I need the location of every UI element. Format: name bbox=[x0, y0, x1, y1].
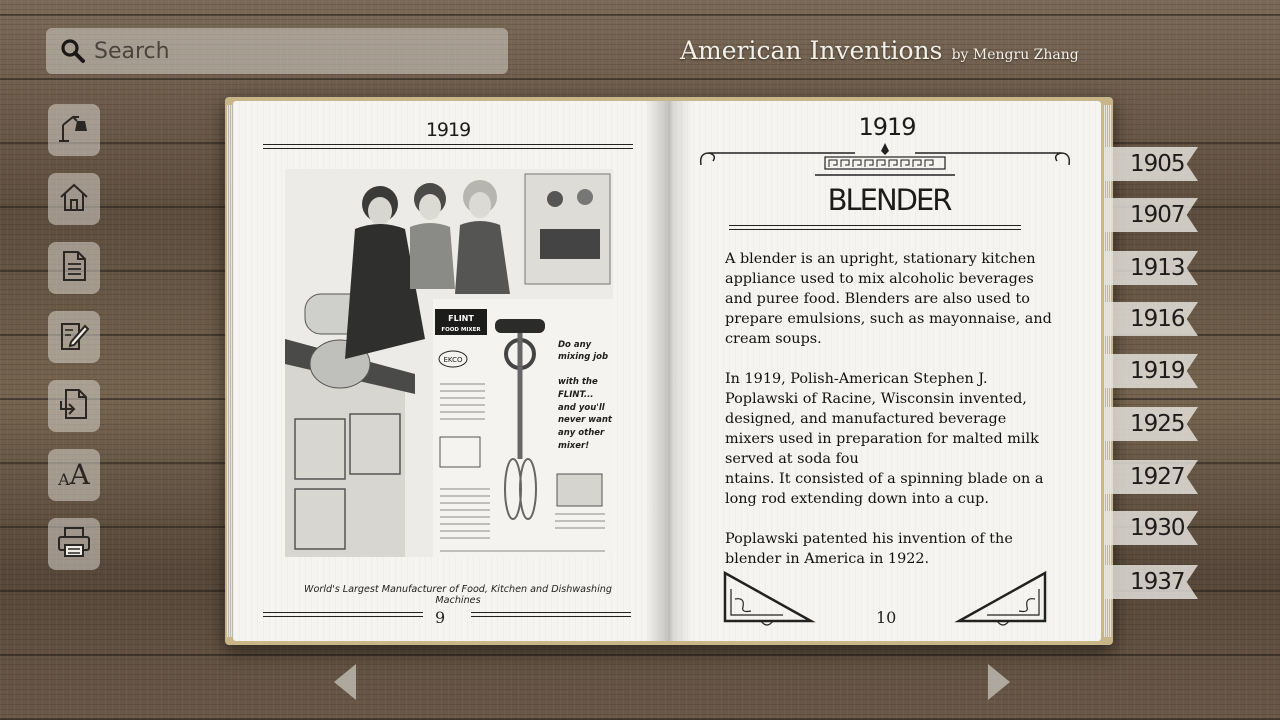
ad-slogan-8: mixer! bbox=[558, 441, 589, 451]
right-page-year: 1919 bbox=[858, 113, 916, 141]
year-tab[interactable]: 1927 bbox=[1104, 460, 1198, 494]
next-page-button[interactable] bbox=[984, 662, 1014, 702]
ad-slogan-1: Do any bbox=[558, 340, 592, 350]
bell-button[interactable] bbox=[48, 104, 100, 156]
arrow-left-icon bbox=[334, 664, 356, 700]
book-title: American Inventions bbox=[680, 36, 943, 65]
home-button[interactable] bbox=[48, 173, 100, 225]
open-book: 1919 FLINT FOOD MIXER EKCO Do any mixing… bbox=[225, 97, 1113, 645]
ad-slogan-4: FLINT... bbox=[558, 390, 594, 400]
left-page-bottom-rule-b bbox=[471, 612, 631, 617]
prev-page-button[interactable] bbox=[330, 662, 360, 702]
ad-slogan-7: any other bbox=[558, 428, 605, 438]
ad-maker: EKCO bbox=[443, 356, 463, 364]
ad-caption: World's Largest Manufacturer of Food, Ki… bbox=[304, 584, 612, 606]
left-page[interactable]: 1919 FLINT FOOD MIXER EKCO Do any mixing… bbox=[233, 101, 669, 641]
year-tab[interactable]: 1937 bbox=[1104, 565, 1198, 599]
font-size-icon: A A bbox=[58, 458, 90, 491]
print-button[interactable] bbox=[48, 518, 100, 570]
year-tab[interactable]: 1916 bbox=[1104, 302, 1198, 336]
article-heading: BLENDER bbox=[827, 183, 953, 217]
arrow-right-icon bbox=[988, 664, 1010, 700]
app-title: American Inventions by Mengru Zhang bbox=[680, 36, 1079, 65]
ad-brand-sub: FOOD MIXER bbox=[441, 327, 481, 333]
edit-button[interactable] bbox=[48, 311, 100, 363]
search-icon[interactable] bbox=[58, 36, 88, 66]
ad-illustration: FLINT FOOD MIXER EKCO Do any mixing job … bbox=[285, 169, 613, 557]
article-body: A blender is an upright, stationary kitc… bbox=[725, 249, 1055, 589]
corner-ornament-left bbox=[723, 570, 816, 626]
year-tab[interactable]: 1907 bbox=[1104, 198, 1198, 232]
font-small-glyph: A bbox=[58, 470, 70, 489]
year-tab[interactable]: 1919 bbox=[1104, 354, 1198, 388]
vintage-ad-image: FLINT FOOD MIXER EKCO Do any mixing job … bbox=[285, 169, 613, 557]
left-page-bottom-rule-a bbox=[263, 612, 423, 617]
article-paragraph-1: A blender is an upright, stationary kitc… bbox=[725, 251, 1052, 347]
book-author: by Mengru Zhang bbox=[951, 47, 1079, 63]
font-large-glyph: A bbox=[69, 458, 90, 491]
heading-rule bbox=[729, 225, 1021, 230]
ornament-divider bbox=[699, 143, 1071, 176]
left-page-year: 1919 bbox=[425, 119, 471, 141]
ad-brand: FLINT bbox=[448, 314, 474, 323]
right-page-number: 10 bbox=[876, 608, 897, 627]
year-tab[interactable]: 1930 bbox=[1104, 511, 1198, 545]
year-tab[interactable]: 1913 bbox=[1104, 251, 1198, 285]
right-page[interactable]: 1919 BLENDER A blender is an upright, st… bbox=[669, 101, 1101, 641]
download-button[interactable] bbox=[48, 380, 100, 432]
document-button[interactable] bbox=[48, 242, 100, 294]
search-input[interactable] bbox=[92, 37, 476, 65]
year-tab[interactable]: 1905 bbox=[1104, 147, 1198, 181]
search-bar[interactable] bbox=[46, 28, 508, 74]
bell-icon bbox=[57, 111, 91, 149]
download-icon bbox=[57, 387, 91, 425]
document-icon bbox=[57, 249, 91, 287]
font-size-button[interactable]: A A bbox=[48, 449, 100, 501]
ad-slogan-6: never want bbox=[558, 415, 613, 425]
ad-slogan-2: mixing job bbox=[558, 352, 608, 362]
corner-ornament-right bbox=[954, 570, 1047, 626]
year-tab[interactable]: 1925 bbox=[1104, 407, 1198, 441]
left-page-number: 9 bbox=[435, 608, 446, 627]
edit-icon bbox=[57, 318, 91, 356]
print-icon bbox=[56, 525, 92, 563]
article-paragraph-3: Poplawski patented his invention of the … bbox=[725, 531, 1013, 567]
ad-slogan-3: with the bbox=[558, 377, 598, 387]
article-paragraph-2: In 1919, Polish-American Stephen J. Popl… bbox=[725, 371, 1044, 507]
left-page-top-rule bbox=[263, 144, 633, 149]
ad-slogan-5: and you'll bbox=[558, 403, 606, 413]
home-icon bbox=[57, 180, 91, 218]
